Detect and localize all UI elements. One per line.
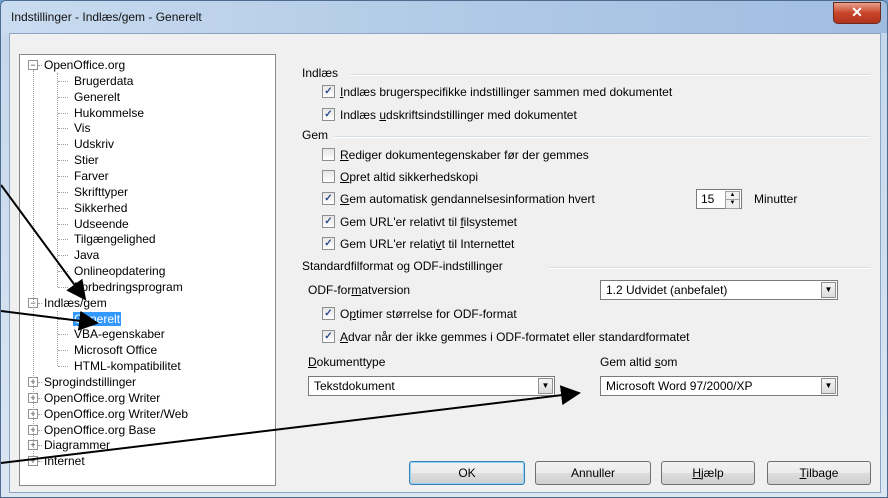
pointer-arrow-1 <box>1 184 87 301</box>
pointer-arrow-3 <box>1 385 581 464</box>
pointer-arrow-2 <box>1 310 99 331</box>
options-dialog: Indstillinger - Indlæs/gem - Generelt ✕ … <box>0 0 888 498</box>
annotation-arrows <box>1 184 581 464</box>
